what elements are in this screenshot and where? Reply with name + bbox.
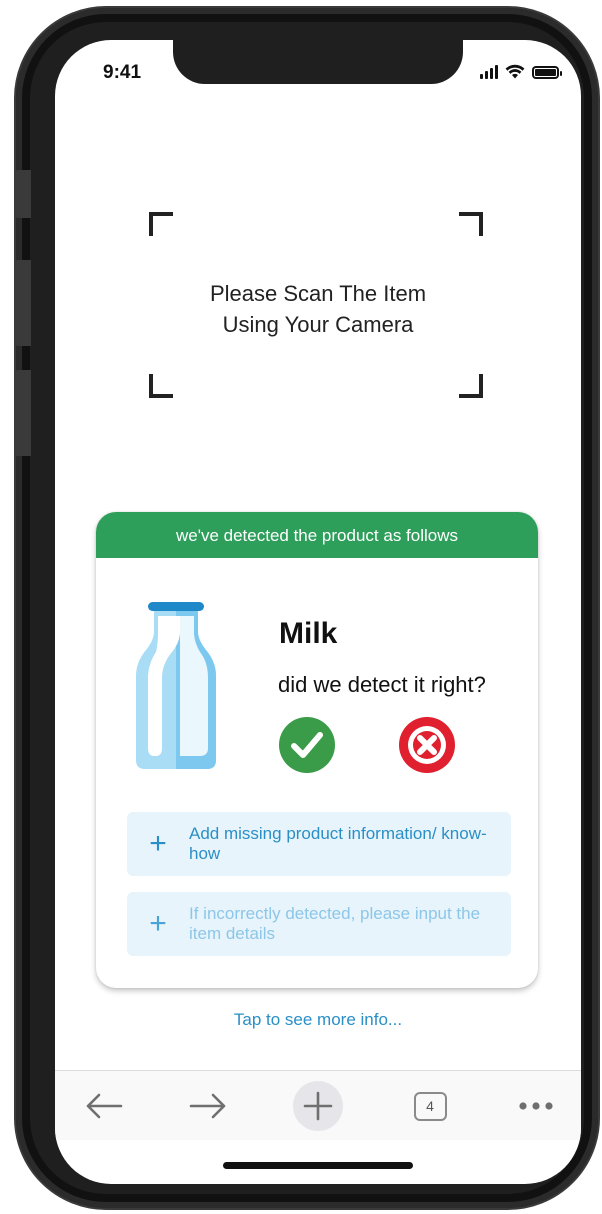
add-missing-info-button[interactable]: + Add missing product information/ know-… [127, 812, 511, 876]
status-time: 9:41 [103, 62, 142, 83]
battery-icon [532, 66, 562, 79]
x-icon [408, 726, 446, 764]
phone-screen: 9:41 Please Scan The Item Using Your Cam… [55, 40, 581, 1184]
add-missing-info-label: Add missing product information/ know-ho… [189, 824, 487, 863]
signal-icon [480, 65, 498, 79]
scan-frame-corner-bottom-left [149, 374, 173, 398]
input-item-details-button[interactable]: + If incorrectly detected, please input … [127, 892, 511, 956]
more-info-link[interactable]: Tap to see more info... [55, 1010, 581, 1030]
plus-icon [303, 1091, 333, 1121]
tabs-icon: 4 [413, 1091, 447, 1121]
plus-icon: + [149, 907, 167, 940]
forward-arrow-icon [189, 1093, 226, 1119]
status-icons [480, 64, 562, 79]
milk-bottle-icon [136, 602, 216, 769]
scan-frame-corner-bottom-right [459, 374, 483, 398]
silent-switch [15, 170, 31, 218]
scan-instruction: Please Scan The Item Using Your Camera [55, 278, 581, 340]
confirm-detection-button[interactable] [279, 717, 335, 773]
product-name: Milk [279, 617, 338, 650]
scan-instruction-line-1: Please Scan The Item [209, 281, 427, 306]
home-indicator [223, 1162, 413, 1169]
detection-card: we've detected the product as follows Mi… [96, 512, 538, 988]
scan-frame-corner-top-left [149, 212, 173, 236]
back-button[interactable] [79, 1081, 129, 1131]
volume-down-button [15, 370, 31, 456]
volume-up-button [15, 260, 31, 346]
more-button[interactable] [511, 1081, 561, 1131]
forward-button[interactable] [183, 1081, 233, 1131]
card-header: we've detected the product as follows [96, 512, 538, 558]
more-dots-icon [519, 1102, 553, 1110]
wifi-icon [505, 64, 525, 79]
new-tab-button[interactable] [293, 1081, 343, 1131]
check-icon [291, 732, 323, 758]
notch [173, 40, 463, 84]
input-item-details-label: If incorrectly detected, please input th… [189, 904, 481, 943]
browser-toolbar: 4 [55, 1070, 581, 1140]
tabs-button[interactable]: 4 [405, 1081, 455, 1131]
back-arrow-icon [86, 1093, 123, 1119]
detection-question: did we detect it right? [278, 672, 486, 697]
scan-frame-corner-top-right [459, 212, 483, 236]
scan-instruction-line-2: Using Your Camera [222, 312, 414, 337]
plus-icon: + [149, 827, 167, 860]
reject-detection-button[interactable] [399, 717, 455, 773]
